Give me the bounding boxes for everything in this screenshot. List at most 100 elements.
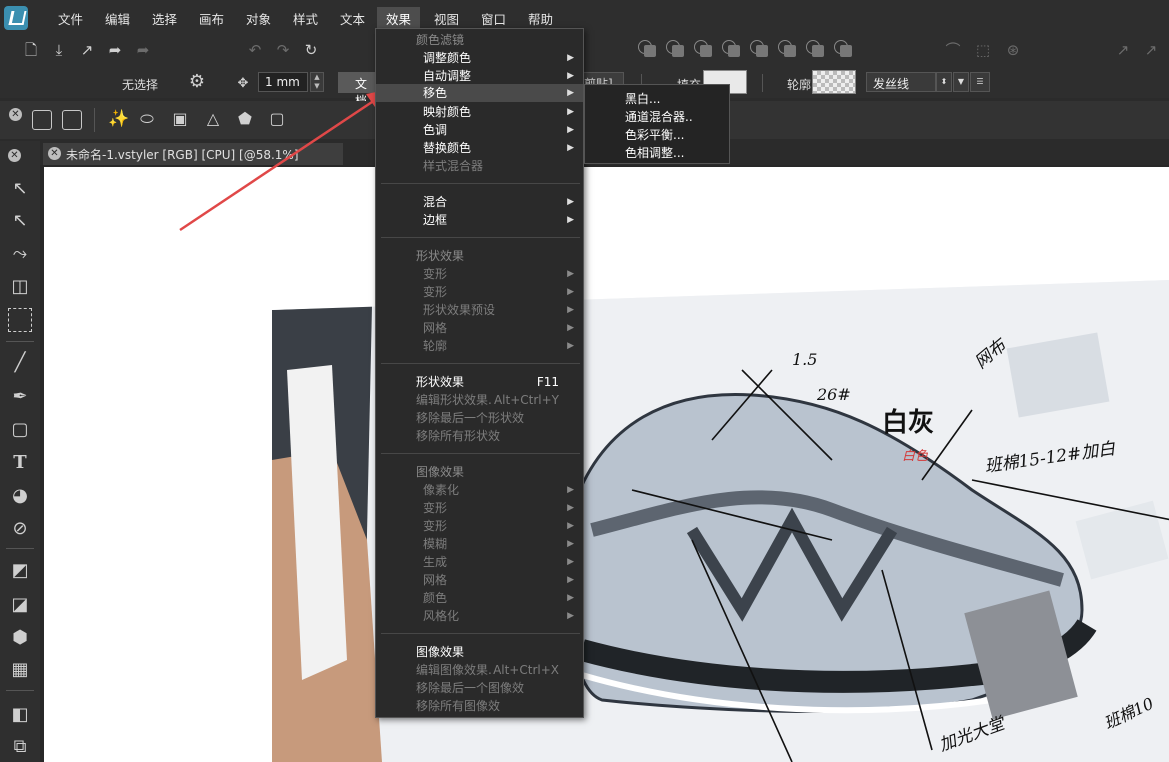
transform-icon[interactable]	[32, 110, 52, 130]
menu-help[interactable]: 帮助	[528, 9, 553, 28]
submenu-item-hue-adjust[interactable]: 色相调整...	[625, 144, 684, 161]
menu-effects[interactable]: 效果	[377, 7, 421, 29]
close-icon[interactable]: ✕	[9, 108, 22, 121]
menu-item-remove-last-image[interactable]: 移除最后一个图像效	[376, 679, 583, 697]
menu-item-remove-last-shape[interactable]: 移除最后一个形状效	[376, 409, 583, 427]
pen-tool-icon[interactable]: ✒	[8, 385, 32, 409]
refresh-icon[interactable]: ↻	[302, 41, 320, 59]
gradient-icon[interactable]: ◪	[8, 593, 32, 617]
menu-item-auto-adjust[interactable]: 自动调整 ▶	[376, 67, 583, 85]
chevron-right-icon: ▶	[567, 269, 574, 279]
menu-item-remove-all-image[interactable]: 移除所有图像效	[376, 697, 583, 715]
lasso-icon[interactable]: ⬭	[138, 110, 156, 128]
submenu-item-channel-mixer[interactable]: 通道混合器..	[625, 108, 693, 125]
menu-item-img-transform-2[interactable]: 变形 ▶	[376, 517, 583, 535]
edit-external-icon[interactable]: ↗	[1114, 41, 1132, 59]
path-tool-icon[interactable]: ⌒	[944, 41, 962, 59]
stroke-style-stepper[interactable]: ⬍	[936, 72, 952, 92]
menu-edit[interactable]: 编辑	[105, 9, 130, 28]
boolean-trim-icon[interactable]	[778, 40, 796, 58]
boolean-crop-icon[interactable]	[834, 40, 852, 58]
menu-item-tone[interactable]: 色调 ▶	[376, 121, 583, 139]
stroke-style-select[interactable]: 发丝线	[866, 72, 936, 92]
layers-icon[interactable]: ⧉	[8, 735, 32, 759]
magic-wand-icon[interactable]: ✨	[108, 110, 129, 128]
menu-item-border[interactable]: 边框 ▶	[376, 211, 583, 229]
perspective-icon[interactable]: ◫	[8, 275, 32, 299]
menu-item-transform-2[interactable]: 变形 ▶	[376, 283, 583, 301]
menu-canvas[interactable]: 画布	[199, 9, 224, 28]
photo-note-red: 白色	[902, 449, 929, 464]
stroke-color-swatch[interactable]	[812, 70, 856, 94]
undo-icon[interactable]: ↶	[246, 41, 264, 59]
mesh-icon[interactable]: ▦	[8, 658, 32, 682]
boolean-exclude-icon[interactable]	[722, 40, 740, 58]
menu-item-edit-shape-effects[interactable]: 编辑形状效果. Alt+Ctrl+Y	[376, 391, 583, 409]
text-tool-icon[interactable]: T	[8, 451, 32, 475]
menu-text[interactable]: 文本	[340, 9, 365, 28]
menu-item-image-effects[interactable]: 图像效果	[376, 643, 583, 661]
transparency-icon[interactable]: ◧	[8, 703, 32, 727]
menu-window[interactable]: 窗口	[481, 9, 506, 28]
line-tool-icon[interactable]: ╱	[8, 351, 32, 375]
menu-item-blend[interactable]: 混合 ▶	[376, 193, 583, 211]
menu-item-remove-all-shape[interactable]: 移除所有形状效	[376, 427, 583, 445]
menu-item-map-color[interactable]: 映射颜色 ▶	[376, 103, 583, 121]
boolean-intersect-icon[interactable]	[694, 40, 712, 58]
chevron-right-icon: ▶	[567, 107, 574, 117]
menu-item-transform-1[interactable]: 变形 ▶	[376, 265, 583, 283]
redo-icon[interactable]: ↷	[274, 41, 292, 59]
open-file-icon[interactable]: ⤓	[50, 41, 68, 59]
rect-select-tool-icon[interactable]	[8, 308, 32, 332]
export-icon[interactable]: ↗	[78, 41, 96, 59]
node-pointer-icon[interactable]: ↖	[8, 209, 32, 233]
menu-object[interactable]: 对象	[246, 9, 271, 28]
envelope-icon[interactable]	[62, 110, 82, 130]
crop-icon[interactable]: ⬚	[974, 41, 992, 59]
menu-item-outline[interactable]: 轮廓 ▶	[376, 337, 583, 355]
publish-icon[interactable]: ➦	[134, 41, 152, 59]
eyedropper-icon[interactable]: ⊘	[8, 517, 32, 541]
export-external-icon[interactable]: ↗	[1142, 41, 1160, 59]
shape-icon[interactable]: ⬢	[8, 626, 32, 650]
menu-file[interactable]: 文件	[58, 9, 83, 28]
path-edit-icon[interactable]: ⤳	[8, 242, 32, 266]
stroke-dropdown-button[interactable]: ▼	[953, 72, 969, 92]
boolean-divide-icon[interactable]	[750, 40, 768, 58]
share-icon[interactable]: ➦	[106, 41, 124, 59]
link-icon[interactable]: ⊛	[1004, 41, 1022, 59]
menu-item-replace-color[interactable]: 替换颜色 ▶	[376, 139, 583, 157]
menu-item-style-blend[interactable]: 样式混合器	[376, 157, 583, 175]
pointer-tool-icon[interactable]: ↖	[8, 177, 32, 201]
boolean-subtract-icon[interactable]	[666, 40, 684, 58]
menu-item-shift-color[interactable]: 移色 ▶	[376, 84, 583, 102]
menu-item-generate[interactable]: 生成 ▶	[376, 553, 583, 571]
menu-separator	[381, 183, 580, 184]
submenu-item-black-white[interactable]: 黑白...	[625, 90, 660, 107]
rectangle-tool-icon[interactable]: ▢	[8, 418, 32, 442]
menu-item-img-color[interactable]: 颜色 ▶	[376, 589, 583, 607]
menu-item-stylize[interactable]: 风格化 ▶	[376, 607, 583, 625]
menu-item-pixelate[interactable]: 像素化 ▶	[376, 481, 583, 499]
menu-item-edit-image-effects[interactable]: 编辑图像效果. Alt+Ctrl+X	[376, 661, 583, 679]
close-icon[interactable]: ✕	[8, 149, 21, 162]
brush-icon[interactable]: ◩	[8, 559, 32, 583]
menu-item-adjust-color[interactable]: 调整颜色 ▶	[376, 49, 583, 67]
menu-item-mesh[interactable]: 网格 ▶	[376, 319, 583, 337]
menu-item-blur[interactable]: 模糊 ▶	[376, 535, 583, 553]
close-tab-icon[interactable]: ✕	[48, 147, 61, 160]
submenu-item-color-balance[interactable]: 色彩平衡...	[625, 126, 684, 143]
menu-item-shape-effects-preset[interactable]: 形状效果预设 ▶	[376, 301, 583, 319]
menu-style[interactable]: 样式	[293, 9, 318, 28]
boolean-merge-icon[interactable]	[806, 40, 824, 58]
fill-tool-icon[interactable]: ◕	[8, 484, 32, 508]
menu-item-img-transform-1[interactable]: 变形 ▶	[376, 499, 583, 517]
app-logo-icon[interactable]	[4, 6, 28, 30]
menu-select[interactable]: 选择	[152, 9, 177, 28]
new-file-icon[interactable]: 🗋	[22, 41, 40, 59]
menu-item-img-mesh[interactable]: 网格 ▶	[376, 571, 583, 589]
menu-item-shape-effects[interactable]: 形状效果 F11	[376, 373, 583, 391]
stroke-settings-icon[interactable]: ☰	[970, 72, 990, 92]
menu-view[interactable]: 视图	[434, 9, 459, 28]
boolean-union-icon[interactable]	[638, 40, 656, 58]
